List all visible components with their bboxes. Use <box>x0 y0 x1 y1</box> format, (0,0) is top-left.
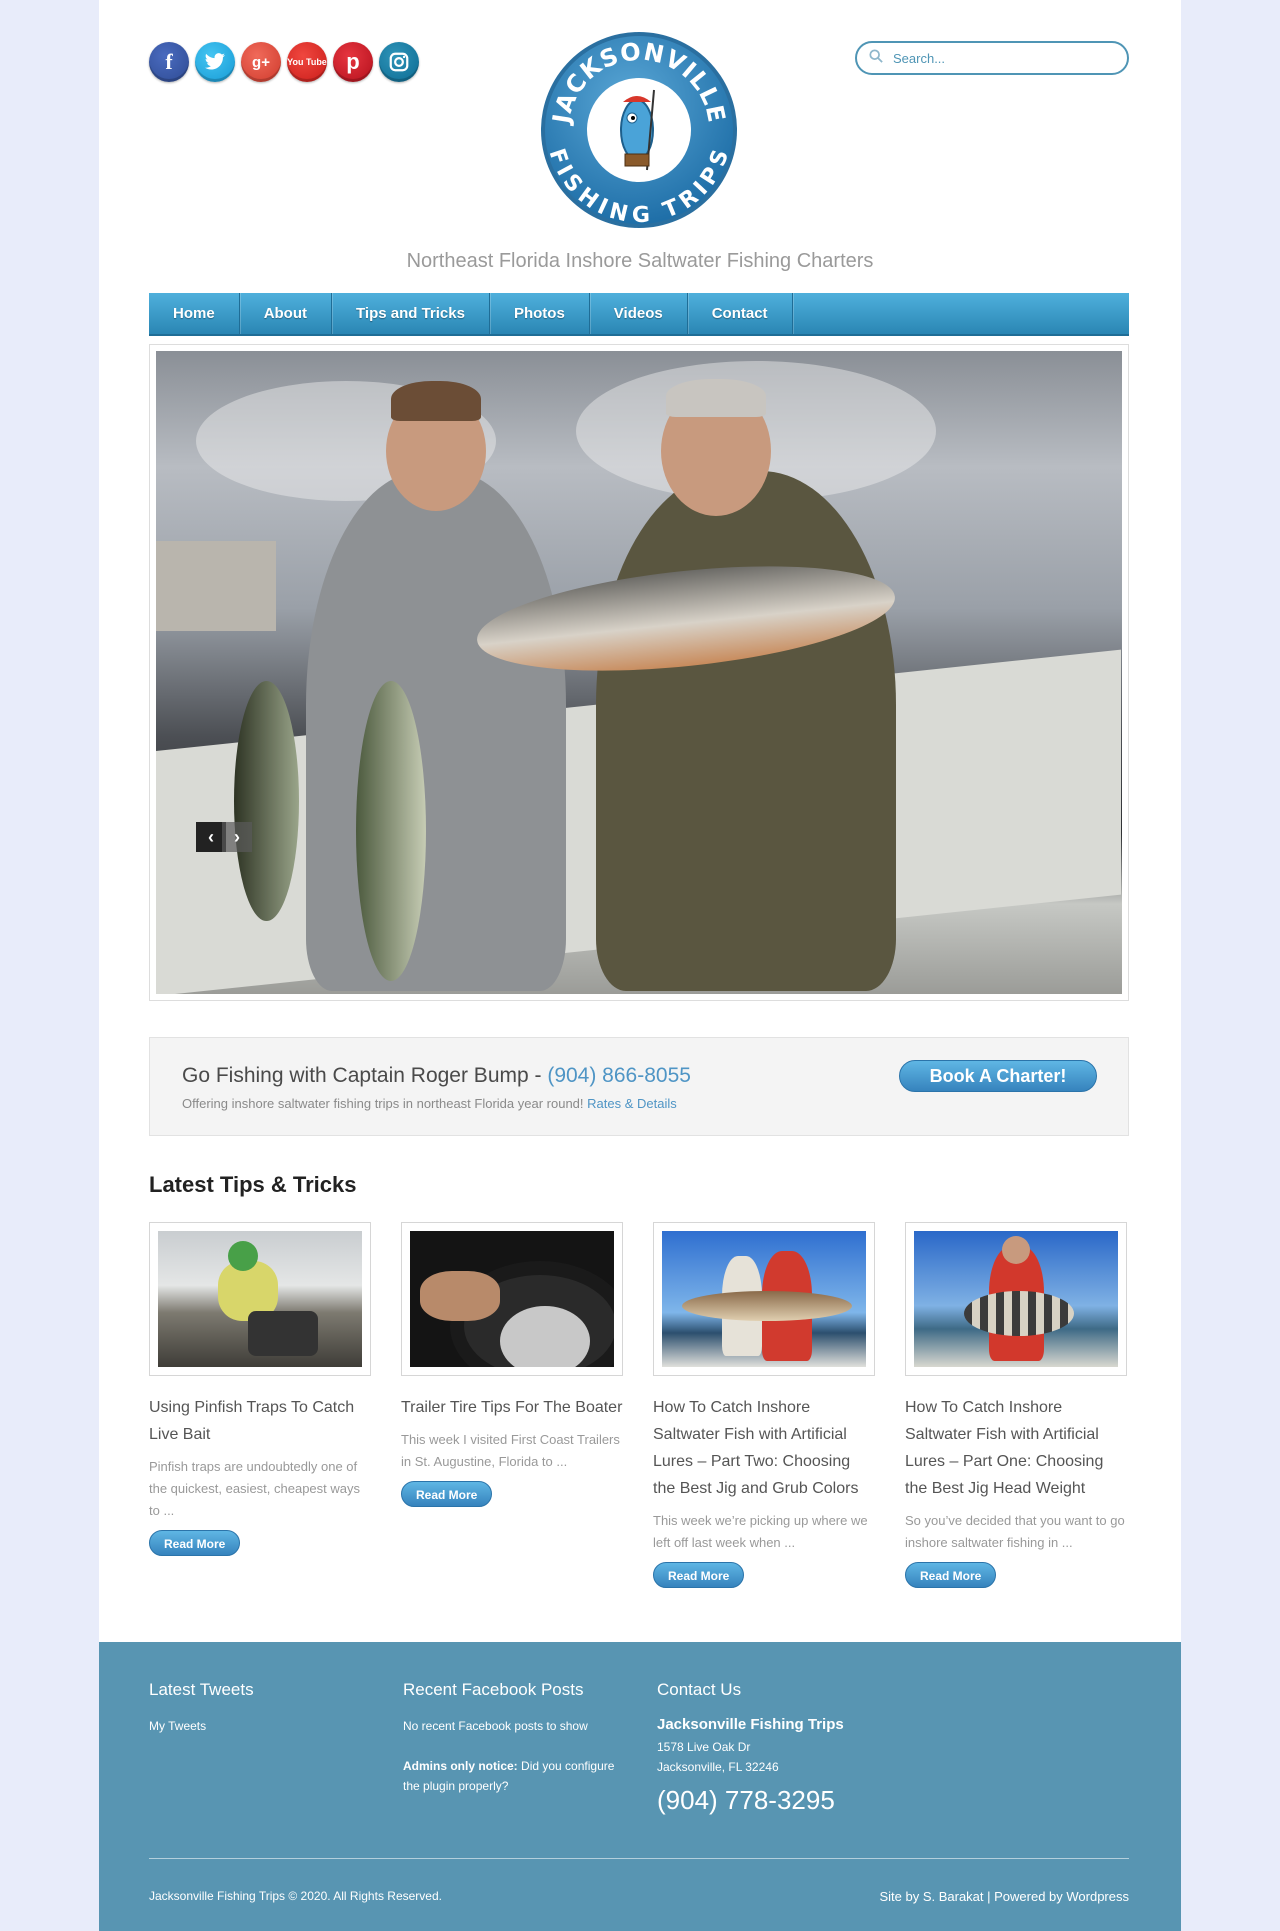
hero-slider: ‹ › <box>149 344 1129 1001</box>
cta-phone[interactable]: (904) 866-8055 <box>547 1064 691 1087</box>
read-more-button[interactable]: Read More <box>653 1562 745 1588</box>
post-thumbnail[interactable] <box>653 1222 875 1376</box>
post-thumbnail[interactable] <box>149 1222 371 1376</box>
main-nav: Home About Tips and Tricks Photos Videos… <box>149 293 1129 336</box>
site-credit[interactable]: Site by S. Barakat | Powered by Wordpres… <box>879 1889 1129 1904</box>
post-excerpt: So you’ve decided that you want to go in… <box>905 1513 1125 1550</box>
hero-photo: ‹ › <box>156 351 1122 994</box>
instagram-icon[interactable] <box>379 42 419 82</box>
nav-item-home[interactable]: Home <box>149 293 240 334</box>
footer-tweets-title: Latest Tweets <box>149 1680 254 1699</box>
latest-tips-heading: Latest Tips & Tricks <box>149 1172 357 1197</box>
site-logo[interactable]: JACKSONVILLE FISHING TRIPS <box>539 30 739 230</box>
facebook-icon[interactable]: f <box>149 42 189 82</box>
post-card: Using Pinfish Traps To Catch Live Bait P… <box>149 1222 371 1556</box>
post-card: How To Catch Inshore Saltwater Fish with… <box>653 1222 875 1588</box>
read-more-button[interactable]: Read More <box>905 1562 997 1588</box>
book-charter-button[interactable]: Book A Charter! <box>899 1060 1097 1092</box>
cta-title-text: Go Fishing with Captain Roger Bump - <box>182 1064 548 1087</box>
nav-item-photos[interactable]: Photos <box>490 293 590 334</box>
post-title[interactable]: Using Pinfish Traps To Catch Live Bait <box>149 1394 371 1448</box>
footer-contact-title: Contact Us <box>657 1680 742 1699</box>
facebook-empty-text: No recent Facebook posts to show <box>403 1719 588 1733</box>
read-more-button[interactable]: Read More <box>401 1481 493 1507</box>
post-card: Trailer Tire Tips For The Boater This we… <box>401 1222 623 1507</box>
rates-details-link[interactable]: Rates & Details <box>587 1096 677 1111</box>
address-line-2: Jacksonville, FL 32246 <box>657 1760 779 1774</box>
nav-item-videos[interactable]: Videos <box>590 293 688 334</box>
footer-facebook: Recent Facebook Posts No recent Facebook… <box>403 1680 633 1796</box>
read-more-button[interactable]: Read More <box>149 1530 241 1556</box>
facebook-admin-notice: Admins only notice: Did you configure th… <box>403 1756 633 1796</box>
footer-tweets: Latest Tweets My Tweets <box>149 1680 379 1736</box>
search-icon <box>869 48 883 68</box>
post-excerpt: Pinfish traps are undoubtedly one of the… <box>149 1459 361 1518</box>
page-container: f g+ You Tube p JACKSONVILLE FISHING TRI… <box>99 0 1181 1931</box>
my-tweets-link[interactable]: My Tweets <box>149 1719 206 1733</box>
post-thumbnail[interactable] <box>401 1222 623 1376</box>
youtube-icon[interactable]: You Tube <box>287 42 327 82</box>
admin-notice-label: Admins only notice: <box>403 1759 518 1773</box>
footer-contact: Contact Us Jacksonville Fishing Trips 15… <box>657 1680 887 1816</box>
post-title[interactable]: How To Catch Inshore Saltwater Fish with… <box>905 1394 1127 1502</box>
nav-item-about[interactable]: About <box>240 293 333 334</box>
social-links: f g+ You Tube p <box>149 42 419 82</box>
footer-divider <box>149 1858 1129 1859</box>
post-thumbnail[interactable] <box>905 1222 1127 1376</box>
post-title[interactable]: How To Catch Inshore Saltwater Fish with… <box>653 1394 875 1502</box>
google-plus-icon[interactable]: g+ <box>241 42 281 82</box>
nav-item-tips-and-tricks[interactable]: Tips and Tricks <box>332 293 490 334</box>
footer-phone[interactable]: (904) 778-3295 <box>657 1785 887 1816</box>
site-tagline: Northeast Florida Inshore Saltwater Fish… <box>406 250 874 272</box>
search-input[interactable] <box>893 50 1093 66</box>
cta-panel: Go Fishing with Captain Roger Bump - (90… <box>149 1037 1129 1136</box>
cta-title: Go Fishing with Captain Roger Bump - (90… <box>182 1064 691 1088</box>
pinterest-icon[interactable]: p <box>333 42 373 82</box>
post-excerpt: This week we’re picking up where we left… <box>653 1513 868 1550</box>
footer-facebook-title: Recent Facebook Posts <box>403 1680 584 1699</box>
copyright-text: Jacksonville Fishing Trips © 2020. All R… <box>149 1889 442 1903</box>
slider-next-button[interactable]: › <box>222 822 252 852</box>
post-title[interactable]: Trailer Tire Tips For The Boater <box>401 1394 623 1421</box>
post-excerpt: This week I visited First Coast Trailers… <box>401 1432 620 1469</box>
cta-subtitle: Offering inshore saltwater fishing trips… <box>182 1096 677 1111</box>
cta-subtitle-text: Offering inshore saltwater fishing trips… <box>182 1096 588 1111</box>
twitter-icon[interactable] <box>195 42 235 82</box>
post-card: How To Catch Inshore Saltwater Fish with… <box>905 1222 1127 1588</box>
search-box[interactable] <box>855 41 1129 75</box>
site-footer: Latest Tweets My Tweets Recent Facebook … <box>99 1642 1181 1931</box>
company-name: Jacksonville Fishing Trips <box>657 1716 844 1733</box>
address-line-1: 1578 Live Oak Dr <box>657 1740 751 1754</box>
nav-item-contact[interactable]: Contact <box>688 293 793 334</box>
